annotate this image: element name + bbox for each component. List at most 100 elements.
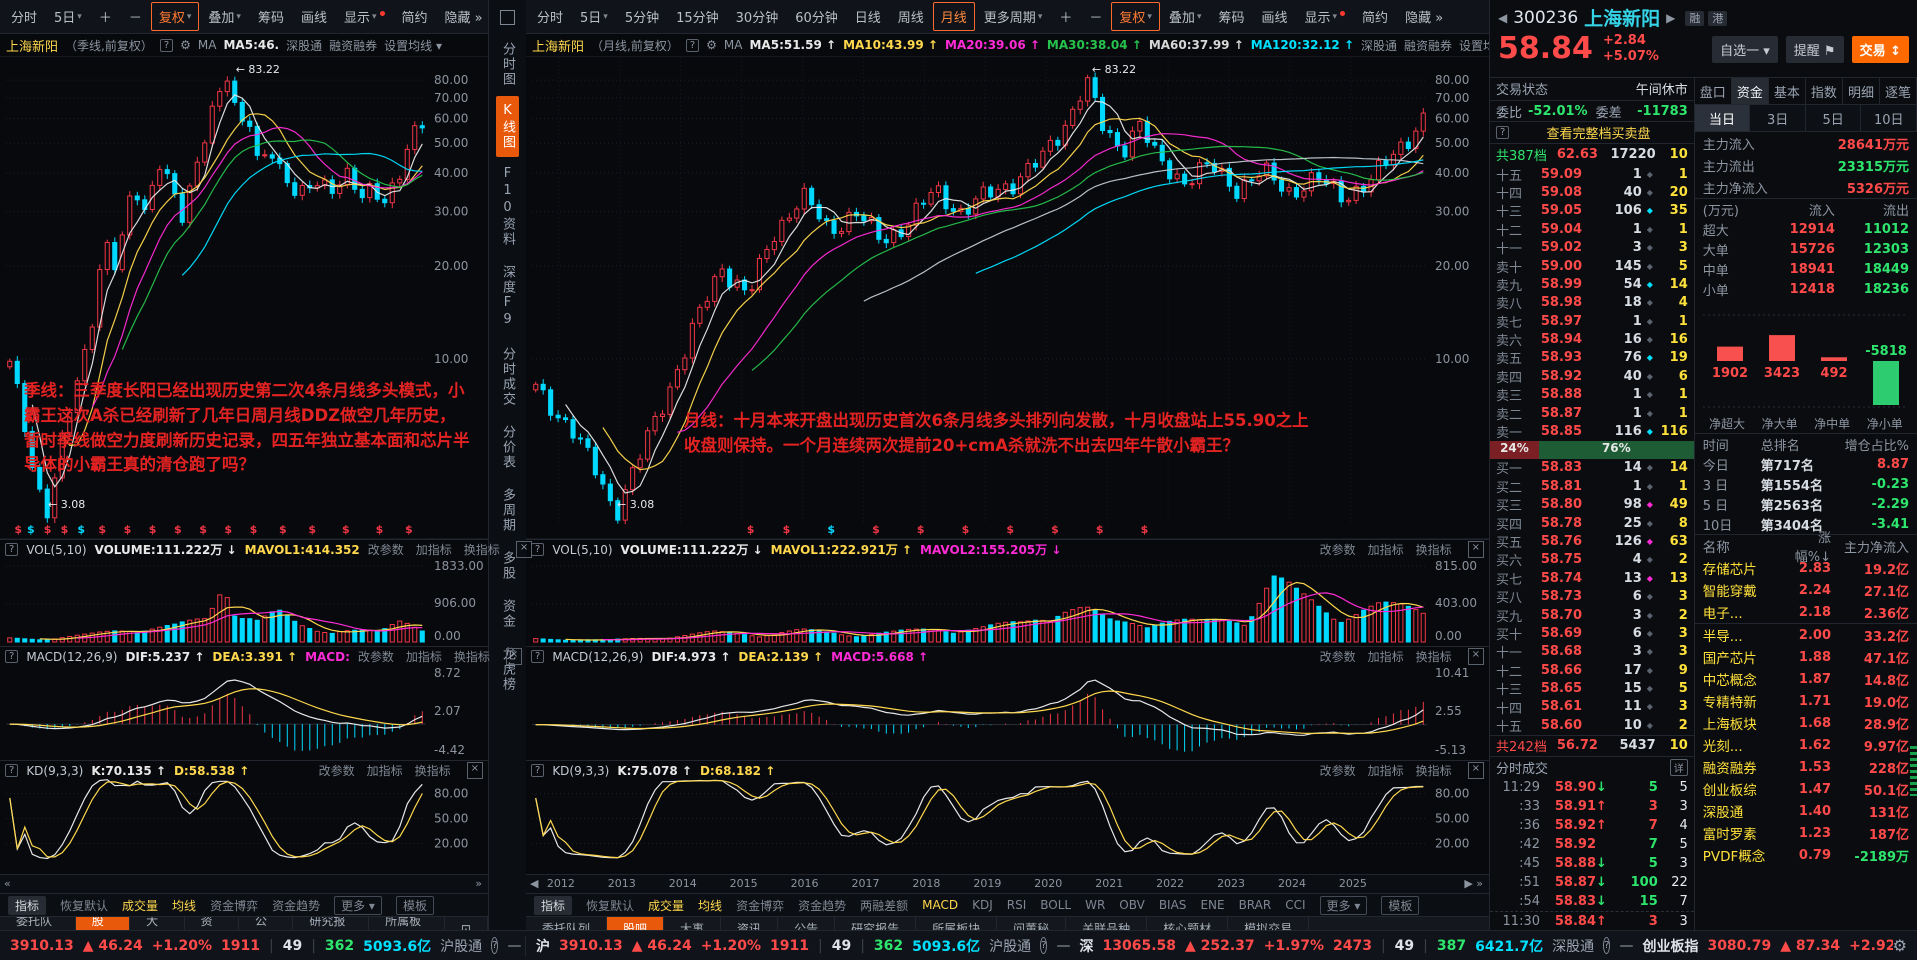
period-tab-当日[interactable]: 当日 (1694, 105, 1751, 131)
indicator-tab-恢复默认[interactable]: 恢复默认 (60, 897, 108, 914)
toolbar-月线[interactable]: 月线 (932, 2, 975, 31)
link-换指标[interactable]: 换指标 (1416, 762, 1452, 779)
sector-row[interactable]: 创业板综 1.47 50.1亿 (1695, 778, 1917, 800)
toolbar-30分钟[interactable]: 30分钟 (728, 2, 787, 31)
side-tab-K线图[interactable]: K线图 (496, 96, 519, 157)
header-link-设置均线 ▾[interactable]: 设置均线 ▾ (384, 37, 442, 54)
help-icon[interactable]: ? (531, 543, 545, 556)
toolbar-复权[interactable]: 复权 ▾ (1111, 2, 1160, 31)
indicator-tab-资金趋势[interactable]: 资金趋势 (272, 897, 320, 914)
toolbar-叠加[interactable]: 叠加 ▾ (1161, 2, 1210, 31)
scroll-right-arrow[interactable]: ▶ » (1464, 877, 1483, 890)
link-加指标[interactable]: 加指标 (1368, 541, 1404, 558)
indicator-tab-模板[interactable]: 模板 (1381, 895, 1420, 915)
fullscreen-icon[interactable] (500, 10, 515, 25)
margin-event-icon[interactable]: $ (1141, 523, 1149, 536)
full-book-link[interactable]: ? 查看完整档买卖盘 (1490, 121, 1694, 143)
indicator-tab-均线[interactable]: 均线 (172, 897, 196, 914)
link-改参数[interactable]: 改参数 (358, 648, 394, 665)
side-tab-分时图[interactable]: 分时图 (498, 33, 517, 96)
sector-row[interactable]: 富时罗素 1.23 187亿 (1695, 822, 1917, 844)
full-book-text[interactable]: 查看完整档买卖盘 (1547, 123, 1651, 142)
toolbar-日线[interactable]: 日线 (847, 2, 889, 31)
margin-event-icon[interactable]: $ (747, 523, 755, 536)
margin-event-icon[interactable]: $ (279, 523, 287, 536)
sector-row[interactable]: 存储芯片 2.83 19.2亿 (1695, 557, 1917, 579)
link-改参数[interactable]: 改参数 (1320, 541, 1356, 558)
indicator-tab-两融差额[interactable]: 两融差额 (860, 897, 908, 914)
margin-event-icon[interactable]: $ (61, 523, 69, 536)
indicator-tab-资金博弈[interactable]: 资金博弈 (736, 897, 784, 914)
margin-event-icon[interactable]: $ (14, 523, 22, 536)
settings-gear-icon[interactable]: ⚙ (1893, 936, 1917, 955)
indicator-tab-资金博弈[interactable]: 资金博弈 (210, 897, 258, 914)
toolbar-更多周期[interactable]: 更多周期 ▾ (976, 2, 1051, 31)
margin-event-icon[interactable]: $ (124, 523, 132, 536)
indicator-tab-BRAR[interactable]: BRAR (1239, 898, 1272, 912)
toolbar-周线[interactable]: 周线 (890, 2, 932, 31)
margin-event-icon[interactable]: $ (1096, 523, 1104, 536)
link-改参数[interactable]: 改参数 (319, 762, 355, 779)
link-换指标[interactable]: 换指标 (415, 762, 451, 779)
help-icon[interactable]: ? (5, 650, 19, 663)
margin-event-icon[interactable]: $ (44, 523, 52, 536)
help-icon[interactable]: ? (685, 38, 700, 52)
scroll-right-arrow[interactable]: » (475, 877, 482, 890)
help-icon[interactable]: ? (5, 543, 19, 556)
sector-row[interactable]: 国产芯片 1.88 47.1亿 (1695, 646, 1917, 668)
toolbar-简约[interactable]: 简约 (394, 2, 436, 31)
toolbar-＋[interactable]: ＋ (1051, 2, 1080, 31)
margin-event-icon[interactable]: $ (308, 523, 316, 536)
indicator-tab-ENE[interactable]: ENE (1200, 898, 1224, 912)
sector-row[interactable]: PVDF概念 0.79 -2189万 (1695, 844, 1917, 866)
side-tab-F10资料[interactable]: F10资料 (498, 157, 517, 256)
toolbar-分时[interactable]: 分时 (3, 2, 45, 31)
indicator-tab-MACD[interactable]: MACD (922, 898, 958, 912)
indicator-tab-KDJ[interactable]: KDJ (972, 898, 993, 912)
header-link-融资融券[interactable]: 融资融券 (1404, 37, 1452, 54)
sector-row[interactable]: 半导... 2.00 33.2亿 (1694, 623, 1917, 646)
toolbar-15分钟[interactable]: 15分钟 (668, 2, 727, 31)
indicator-tab-BIAS[interactable]: BIAS (1159, 898, 1187, 912)
side-tab-分时成交[interactable]: 分时成交 (498, 338, 517, 416)
period-tab-3日[interactable]: 3日 (1750, 105, 1806, 131)
margin-event-icon[interactable]: $ (872, 523, 880, 536)
next-stock-arrow[interactable]: ▶ (1666, 11, 1675, 25)
link-改参数[interactable]: 改参数 (1320, 648, 1356, 665)
toolbar-隐藏 »[interactable]: 隐藏 » (1397, 2, 1451, 31)
quote-tab-逐笔[interactable]: 逐笔 (1880, 78, 1917, 104)
sector-row[interactable]: 光刻... 1.62 9.97亿 (1695, 734, 1917, 756)
quote-tab-盘口[interactable]: 盘口 (1695, 78, 1732, 104)
sector-row[interactable]: 智能穿戴 2.24 27.1亿 (1695, 579, 1917, 601)
indicator-tab-BOLL[interactable]: BOLL (1040, 898, 1071, 912)
help-icon[interactable]: ? (1496, 126, 1510, 140)
link-换指标[interactable]: 换指标 (1416, 541, 1452, 558)
period-tab-5日[interactable]: 5日 (1806, 105, 1862, 131)
margin-event-icon[interactable]: $ (917, 523, 925, 536)
badge-融[interactable]: 融 (1685, 10, 1705, 26)
link-加指标[interactable]: 加指标 (1368, 648, 1404, 665)
indicator-tab-WR[interactable]: WR (1085, 898, 1105, 912)
margin-event-icon[interactable]: $ (1051, 523, 1059, 536)
margin-event-icon[interactable]: $ (250, 523, 258, 536)
header-link-设置均线 ▾[interactable]: 设置均线 ▾ (1459, 37, 1489, 54)
toolbar-分时[interactable]: 分时 (529, 2, 571, 31)
toolbar-60分钟[interactable]: 60分钟 (787, 2, 846, 31)
margin-event-icon[interactable]: $ (174, 523, 182, 536)
link-加指标[interactable]: 加指标 (1368, 762, 1404, 779)
indicator-tab-指标[interactable]: 指标 (534, 895, 573, 915)
time-axis[interactable]: ◀ 2012 2013 2014 2015 2016 2017 2018 2019 2020 202… (526, 874, 1489, 894)
indicator-tab-OBV[interactable]: OBV (1119, 898, 1145, 912)
close-icon[interactable]: × (466, 762, 483, 779)
sector-row[interactable]: 中芯概念 1.87 14.8亿 (1695, 668, 1917, 690)
sector-row[interactable]: 深股通 1.40 131亿 (1695, 800, 1917, 822)
time-axis[interactable]: «» (0, 874, 488, 894)
close-icon[interactable]: × (1467, 648, 1484, 665)
close-icon[interactable]: × (515, 541, 533, 558)
margin-event-icon[interactable]: $ (783, 523, 791, 536)
sector-row[interactable]: 电子... 2.18 2.36亿 (1695, 601, 1917, 623)
toolbar-－[interactable]: － (1081, 2, 1110, 31)
help-icon[interactable]: ? (531, 650, 545, 663)
toolbar-显示[interactable]: 显示 ▾ (336, 2, 393, 31)
close-icon[interactable]: × (1467, 541, 1484, 558)
